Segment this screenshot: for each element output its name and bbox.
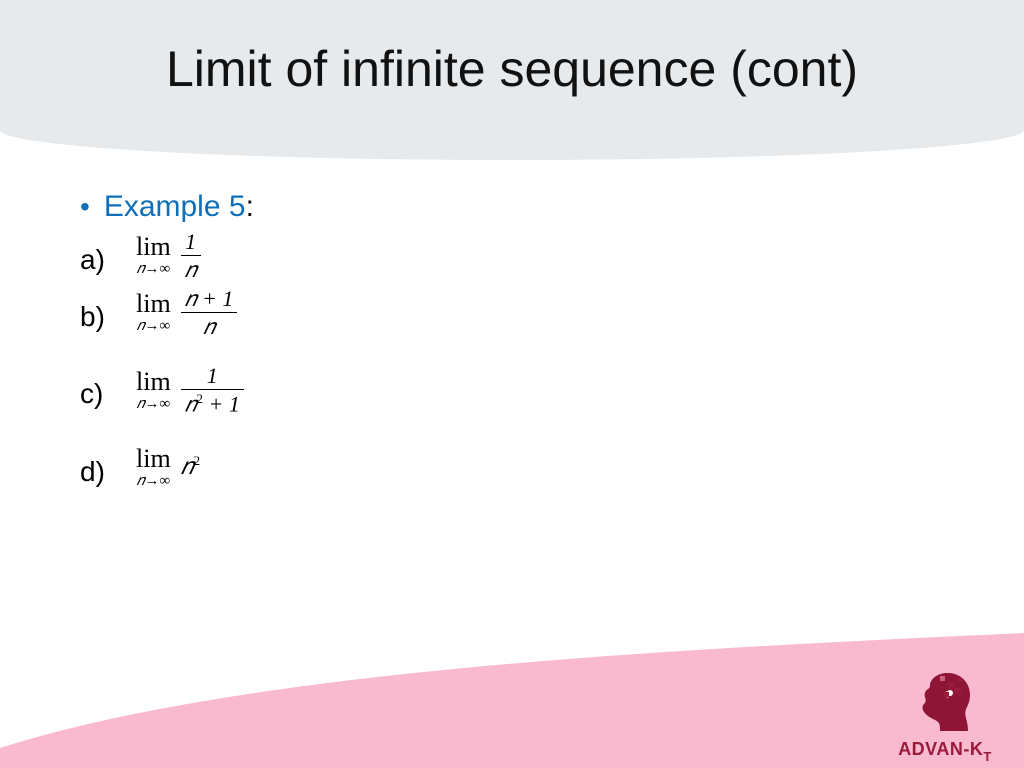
list-item: a) lim 𝑛→∞ 1 𝑛 [80, 230, 780, 281]
example-colon: : [246, 190, 254, 223]
head-silhouette-icon [910, 669, 980, 739]
term: 𝑛2 [181, 453, 200, 481]
list-item: b) lim 𝑛→∞ 𝑛 + 1 𝑛 [80, 287, 780, 338]
footer-band [0, 628, 1024, 768]
example-label: Example 5 [104, 190, 246, 223]
denominator: 𝑛2 + 1 [181, 392, 244, 415]
lim-word: lim [136, 234, 171, 260]
math-expression: lim 𝑛→∞ 𝑛 + 1 𝑛 [120, 287, 237, 338]
bullet-icon: • [80, 193, 90, 221]
lim-word: lim [136, 369, 171, 395]
item-letter: a) [80, 230, 120, 276]
lim-word: lim [136, 291, 171, 317]
lim-subscript: 𝑛→∞ [136, 262, 170, 277]
item-letter: c) [80, 364, 120, 410]
brand-name: ADVAN-K [898, 739, 983, 760]
item-letter: b) [80, 287, 120, 333]
denominator: 𝑛 [181, 258, 201, 281]
wave-graphic [0, 628, 1024, 768]
fraction-bar [181, 312, 238, 313]
math-expression: lim 𝑛→∞ 𝑛2 [120, 442, 200, 489]
numerator: 1 [203, 364, 222, 387]
slide: Limit of infinite sequence (cont) • Exam… [0, 0, 1024, 768]
math-expression: lim 𝑛→∞ 1 𝑛 [120, 230, 201, 281]
fraction: 𝑛 + 1 𝑛 [181, 287, 238, 338]
fraction: 1 𝑛 [181, 230, 201, 281]
numerator: 1 [181, 230, 200, 253]
term-exp: 2 [194, 453, 201, 468]
fraction-bar [181, 255, 201, 256]
numerator: 𝑛 + 1 [181, 287, 238, 310]
lim-subscript: 𝑛→∞ [136, 474, 170, 489]
term-base: 𝑛 [181, 454, 194, 480]
brand-text: ADVAN-KT [898, 739, 992, 760]
item-letter: d) [80, 442, 120, 488]
denominator-base: 𝑛 [185, 392, 197, 417]
fraction: 1 𝑛2 + 1 [181, 364, 244, 416]
slide-content: • Example 5: a) lim 𝑛→∞ 1 𝑛 [80, 190, 780, 489]
denominator: 𝑛 [199, 315, 219, 338]
lim-word: lim [136, 446, 171, 472]
brand-suffix: T [983, 749, 991, 764]
list-item: d) lim 𝑛→∞ 𝑛2 [80, 442, 780, 489]
example-heading: • Example 5: [80, 190, 780, 224]
fraction-bar [181, 389, 244, 390]
lim-subscript: 𝑛→∞ [136, 319, 170, 334]
brand-logo: ADVAN-KT [880, 650, 1010, 760]
list-item: c) lim 𝑛→∞ 1 𝑛2 + 1 [80, 364, 780, 416]
math-expression: lim 𝑛→∞ 1 𝑛2 + 1 [120, 364, 244, 416]
denominator-tail: + 1 [203, 392, 240, 417]
slide-title: Limit of infinite sequence (cont) [0, 40, 1024, 98]
lim-subscript: 𝑛→∞ [136, 397, 170, 412]
